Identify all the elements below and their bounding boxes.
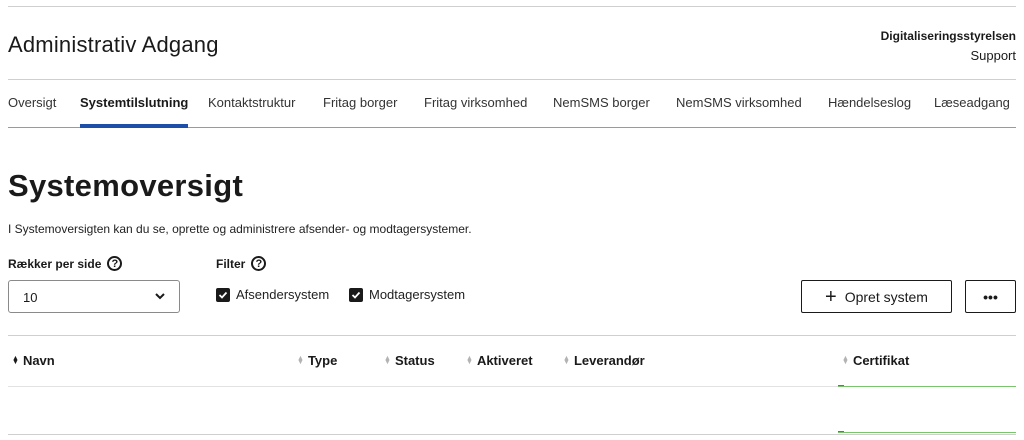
column-header-aktiveret[interactable]: ▲ ▼ Aktiveret xyxy=(466,353,533,368)
support-link[interactable]: Support xyxy=(881,46,1016,66)
rows-per-page-value: 10 xyxy=(23,290,38,305)
column-header-type[interactable]: ▲ ▼ Type xyxy=(297,353,337,368)
tab-systemtilslutning[interactable]: Systemtilslutning xyxy=(80,95,188,110)
sort-icon: ▲ ▼ xyxy=(12,354,19,366)
active-tab-indicator xyxy=(80,124,188,128)
checkbox-checked-icon[interactable] xyxy=(216,287,230,302)
sort-icon: ▲ ▼ xyxy=(842,354,849,366)
column-header-navn[interactable]: ▲ ▼ Navn xyxy=(12,353,55,368)
filter-afsendersystem-label: Afsendersystem xyxy=(236,287,330,302)
page-title: Systemoversigt xyxy=(8,168,244,203)
column-header-leverandor[interactable]: ▲ ▼ Leverandør xyxy=(563,353,645,368)
column-header-label: Status xyxy=(394,353,435,368)
tab-oversigt[interactable]: Oversigt xyxy=(8,95,56,110)
top-divider xyxy=(8,6,1016,7)
more-options-button[interactable]: ••• xyxy=(965,280,1016,313)
checkbox-checked-icon[interactable] xyxy=(349,287,363,302)
column-header-label: Type xyxy=(307,353,338,368)
plus-icon: + xyxy=(825,285,837,308)
sort-icon: ▲ ▼ xyxy=(297,354,304,366)
tab-nemsms-virksomhed[interactable]: NemSMS virksomhed xyxy=(676,95,802,110)
column-header-label: Leverandør xyxy=(573,353,645,368)
tab-laeseadgang[interactable]: Læseadgang xyxy=(934,95,1010,110)
organization-name: Digitaliseringsstyrelsen xyxy=(880,29,1016,43)
organization-block: Digitaliseringsstyrelsen Support xyxy=(881,26,1016,66)
tab-fritag-borger[interactable]: Fritag borger xyxy=(323,95,397,110)
help-icon[interactable]: ? xyxy=(107,256,123,271)
rows-per-page-select[interactable]: 10 xyxy=(8,280,180,313)
sort-icon: ▲ ▼ xyxy=(466,354,473,366)
help-icon[interactable]: ? xyxy=(251,256,267,271)
loading-track xyxy=(838,386,1016,387)
page-description: I Systemoversigten kan du se, oprette og… xyxy=(8,222,472,236)
column-header-label: Navn xyxy=(22,353,55,368)
column-header-certifikat[interactable]: ▲ ▼ Certifikat xyxy=(842,353,909,368)
create-system-button[interactable]: + Opret system xyxy=(801,280,952,313)
filter-label: Filter ? xyxy=(216,256,267,271)
create-system-label: Opret system xyxy=(844,288,928,305)
filter-text: Filter xyxy=(216,256,246,271)
tab-haendelseslog[interactable]: Hændelseslog xyxy=(828,95,911,110)
filter-modtagersystem[interactable]: Modtagersystem xyxy=(349,287,465,302)
column-header-label: Aktiveret xyxy=(476,353,533,368)
rows-per-page-label: Rækker per side ? xyxy=(8,256,123,271)
tab-fritag-virksomhed[interactable]: Fritag virksomhed xyxy=(424,95,527,110)
rows-per-page-text: Rækker per side xyxy=(8,256,102,271)
sort-icon: ▲ ▼ xyxy=(384,354,391,366)
systems-table: ▲ ▼ Navn ▲ ▼ Type ▲ ▼ Status ▲ ▼ Aktiveret ▲… xyxy=(8,335,1016,435)
filter-afsendersystem[interactable]: Afsendersystem xyxy=(216,287,329,302)
sort-icon: ▲ ▼ xyxy=(563,354,570,366)
column-header-label: Certifikat xyxy=(852,353,910,368)
tab-nemsms-borger[interactable]: NemSMS borger xyxy=(553,95,650,110)
column-header-status[interactable]: ▲ ▼ Status xyxy=(384,353,435,368)
app-title: Administrativ Adgang xyxy=(8,32,219,57)
loading-track xyxy=(838,432,1016,433)
filter-modtagersystem-label: Modtagersystem xyxy=(369,287,466,302)
tab-kontaktstruktur[interactable]: Kontaktstruktur xyxy=(208,95,295,110)
main-navigation: Oversigt Systemtilslutning Kontaktstrukt… xyxy=(8,79,1016,128)
chevron-down-icon xyxy=(155,293,165,300)
